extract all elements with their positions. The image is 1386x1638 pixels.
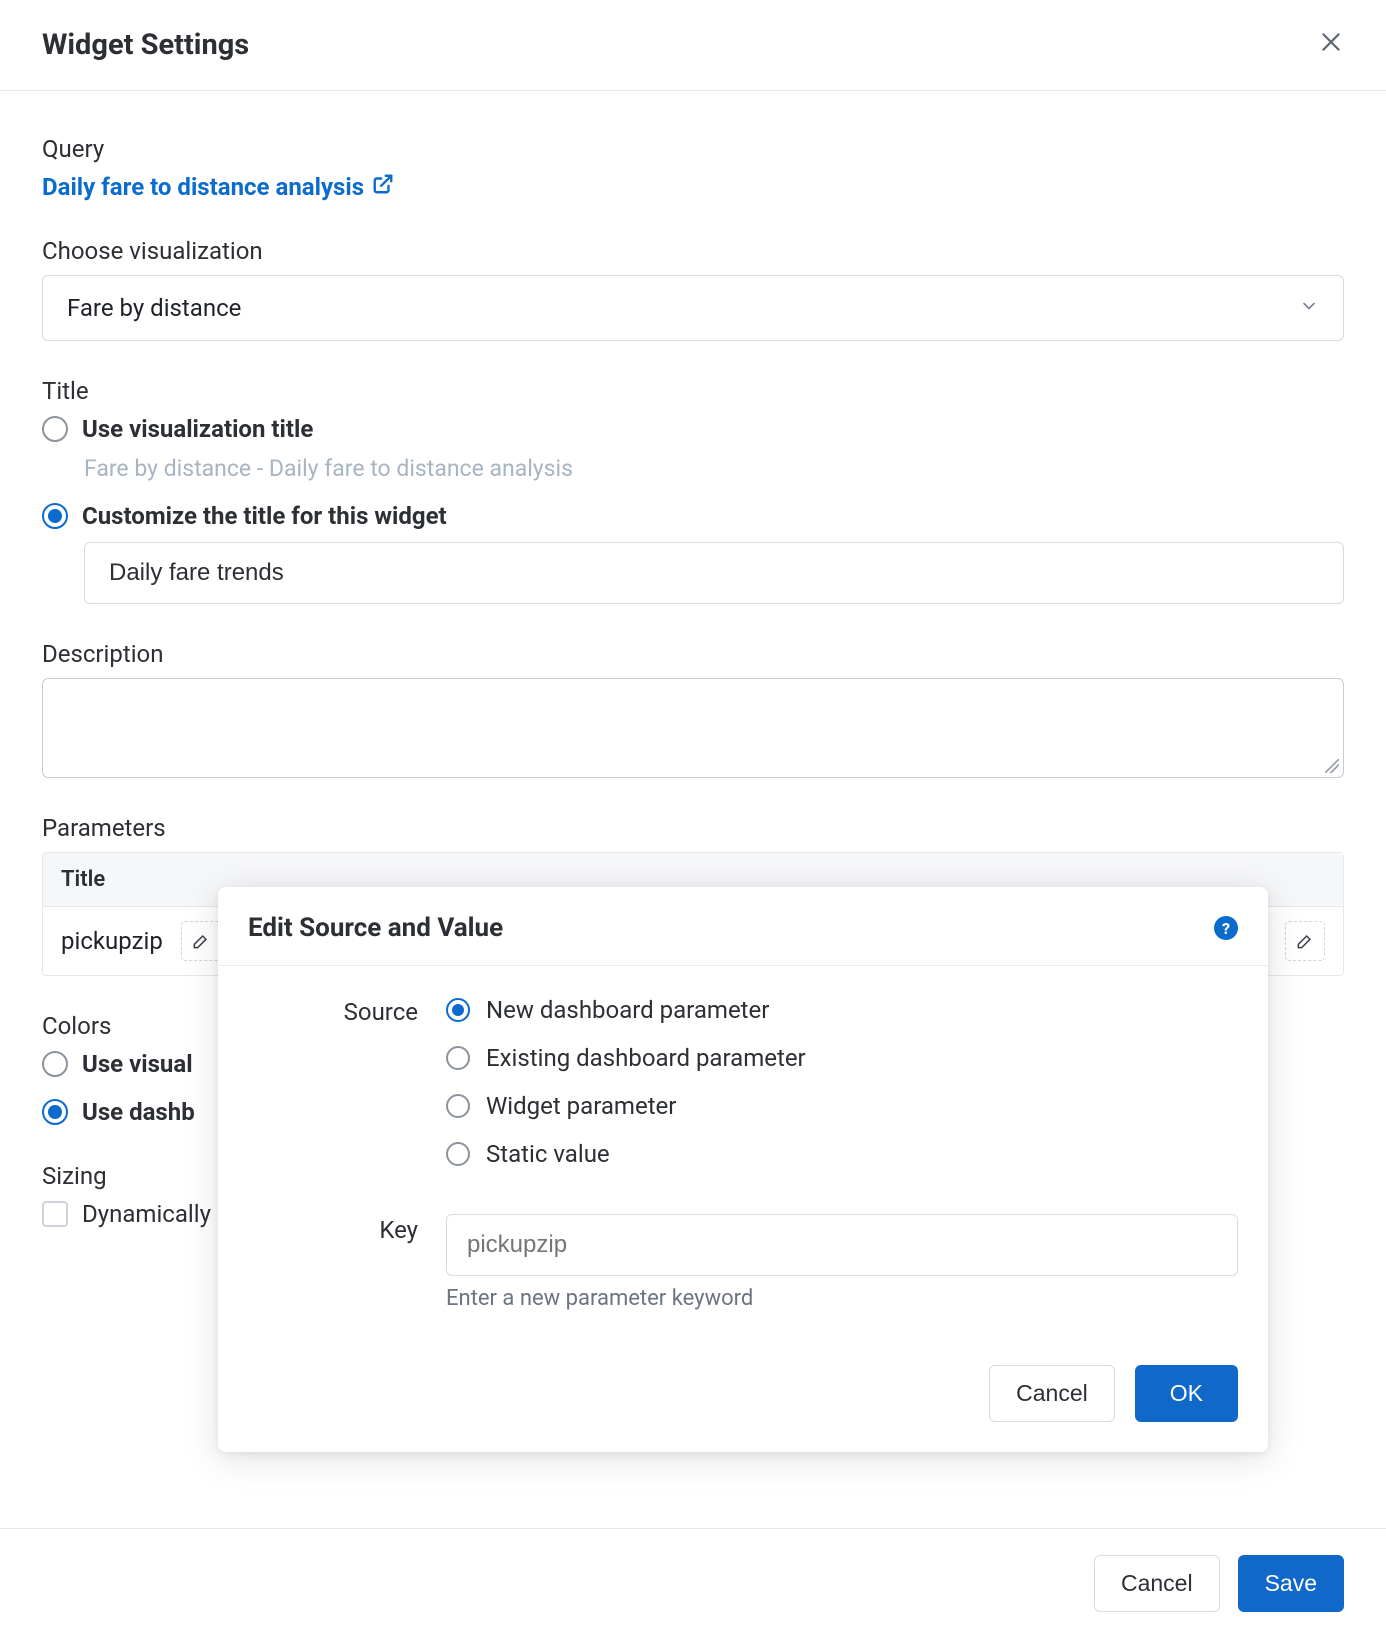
- description-textarea[interactable]: [42, 678, 1344, 778]
- source-field: Source New dashboard parameter Existing …: [248, 996, 1238, 1188]
- radio-icon: [42, 416, 68, 442]
- query-label: Query: [42, 135, 1344, 163]
- radio-label: Static value: [486, 1140, 610, 1168]
- key-input[interactable]: [446, 1214, 1238, 1276]
- radio-icon: [42, 503, 68, 529]
- query-section: Query Daily fare to distance analysis: [42, 135, 1344, 201]
- radio-label: Use visual: [82, 1050, 193, 1078]
- inner-cancel-button[interactable]: Cancel: [989, 1365, 1115, 1422]
- title-label: Title: [42, 377, 1344, 405]
- radio-icon: [446, 1094, 470, 1118]
- visualization-section: Choose visualization Fare by distance: [42, 237, 1344, 341]
- query-link[interactable]: Daily fare to distance analysis: [42, 173, 394, 201]
- save-button[interactable]: Save: [1238, 1555, 1344, 1612]
- custom-title-input[interactable]: [84, 542, 1344, 604]
- widget-settings-dialog: Widget Settings Query Daily fare to dist…: [0, 0, 1386, 1638]
- visualization-select[interactable]: Fare by distance: [42, 275, 1344, 341]
- source-options: New dashboard parameter Existing dashboa…: [446, 996, 1238, 1188]
- inner-modal-body: Source New dashboard parameter Existing …: [218, 966, 1268, 1347]
- dialog-header: Widget Settings: [0, 0, 1386, 91]
- edit-pencil-button[interactable]: [181, 921, 221, 961]
- visualization-label: Choose visualization: [42, 237, 1344, 265]
- inner-modal-header: Edit Source and Value ?: [218, 887, 1268, 966]
- inner-modal-title: Edit Source and Value: [248, 913, 503, 943]
- param-right-cell: r: [1259, 921, 1325, 961]
- help-icon[interactable]: ?: [1214, 916, 1238, 940]
- radio-label: Existing dashboard parameter: [486, 1044, 806, 1072]
- radio-static-value[interactable]: Static value: [446, 1140, 1238, 1168]
- key-label: Key: [248, 1214, 418, 1311]
- param-left-cell: pickupzip: [61, 921, 221, 961]
- dialog-body: Query Daily fare to distance analysis Ch…: [0, 91, 1386, 1528]
- radio-label: Use dashb: [82, 1098, 195, 1126]
- inner-ok-button[interactable]: OK: [1135, 1365, 1238, 1422]
- radio-icon: [446, 1046, 470, 1070]
- description-label: Description: [42, 640, 1344, 668]
- title-section: Title Use visualization title Fare by di…: [42, 377, 1344, 604]
- query-link-text: Daily fare to distance analysis: [42, 173, 364, 201]
- description-section: Description: [42, 640, 1344, 778]
- radio-icon: [446, 1142, 470, 1166]
- radio-label: New dashboard parameter: [486, 996, 769, 1024]
- radio-label: Use visualization title: [82, 415, 313, 443]
- close-icon[interactable]: [1318, 29, 1344, 61]
- external-link-icon: [372, 173, 394, 201]
- radio-icon: [42, 1051, 68, 1077]
- radio-icon: [446, 998, 470, 1022]
- cancel-button[interactable]: Cancel: [1094, 1555, 1220, 1612]
- dialog-footer: Cancel Save: [0, 1528, 1386, 1638]
- source-label: Source: [248, 996, 418, 1188]
- key-hint: Enter a new parameter keyword: [446, 1286, 1238, 1311]
- parameters-label: Parameters: [42, 814, 1344, 842]
- edit-source-value-modal: Edit Source and Value ? Source New dashb…: [218, 887, 1268, 1452]
- radio-widget-parameter[interactable]: Widget parameter: [446, 1092, 1238, 1120]
- radio-icon: [42, 1099, 68, 1125]
- inner-modal-footer: Cancel OK: [218, 1347, 1268, 1452]
- radio-label: Customize the title for this widget: [82, 502, 447, 530]
- radio-use-viz-title[interactable]: Use visualization title: [42, 415, 1344, 443]
- visualization-selected: Fare by distance: [67, 294, 241, 322]
- resize-checkbox[interactable]: [42, 1201, 68, 1227]
- radio-customize-title[interactable]: Customize the title for this widget: [42, 502, 1344, 530]
- viz-title-hint: Fare by distance - Daily fare to distanc…: [84, 455, 1344, 482]
- radio-label: Widget parameter: [486, 1092, 676, 1120]
- edit-pencil-button[interactable]: [1285, 921, 1325, 961]
- chevron-down-icon: [1299, 294, 1319, 322]
- key-field: Key Enter a new parameter keyword: [248, 1214, 1238, 1311]
- radio-existing-dashboard-parameter[interactable]: Existing dashboard parameter: [446, 1044, 1238, 1072]
- dialog-title: Widget Settings: [42, 28, 249, 62]
- param-name: pickupzip: [61, 927, 163, 955]
- radio-new-dashboard-parameter[interactable]: New dashboard parameter: [446, 996, 1238, 1024]
